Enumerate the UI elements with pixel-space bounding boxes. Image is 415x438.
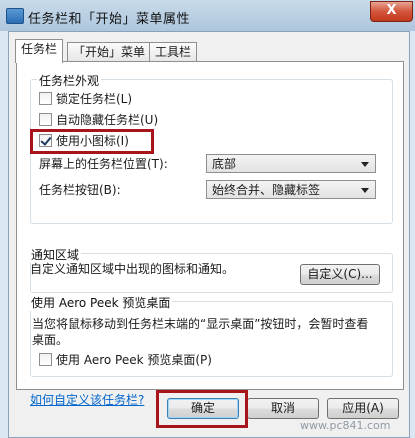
peek-label: 使用 Aero Peek 预览桌面(P) <box>56 353 212 367</box>
highlight-ok <box>156 390 248 428</box>
tab-start-menu[interactable]: 「开始」菜单 <box>67 42 152 62</box>
peek-box[interactable] <box>39 353 52 366</box>
tab-panel: 任务栏外观 锁定任务栏(L) 自动隐藏任务栏(U) 使用小图标(I) 屏幕上的任… <box>16 61 404 407</box>
title-bar[interactable]: 任务栏和「开始」菜单属性 X <box>0 0 415 31</box>
app-icon <box>6 8 24 24</box>
lock-taskbar-label: 锁定任务栏(L) <box>56 92 133 106</box>
tab-taskbar[interactable]: 任务栏 <box>15 39 64 63</box>
customize-button[interactable]: 自定义(C)... <box>300 264 380 285</box>
position-label: 屏幕上的任务栏位置(T): <box>39 157 168 171</box>
chevron-down-icon <box>361 188 369 193</box>
autohide-box[interactable] <box>39 113 52 126</box>
notify-text: 自定义通知区域中出现的图标和通知。 <box>30 262 235 276</box>
window-title: 任务栏和「开始」菜单属性 <box>28 12 191 27</box>
lock-taskbar-box[interactable] <box>39 92 52 105</box>
chevron-down-icon <box>361 162 369 167</box>
help-link[interactable]: 如何自定义该任务栏? <box>30 391 144 408</box>
highlight-small-icons <box>30 129 154 154</box>
buttons-value: 始终合并、隐藏标签 <box>212 183 321 197</box>
autohide-checkbox[interactable]: 自动隐藏任务栏(U) <box>39 112 158 128</box>
peek-checkbox[interactable]: 使用 Aero Peek 预览桌面(P) <box>39 352 212 368</box>
position-value: 底部 <box>212 157 237 171</box>
dialog-content: 任务栏 「开始」菜单 工具栏 任务栏外观 锁定任务栏(L) 自动隐藏任务栏(U)… <box>8 31 410 438</box>
cancel-button[interactable]: 取消 <box>247 398 319 419</box>
buttons-select[interactable]: 始终合并、隐藏标签 <box>206 180 376 199</box>
tab-toolbars[interactable]: 工具栏 <box>149 42 198 62</box>
buttons-label: 任务栏按钮(B): <box>39 183 121 197</box>
lock-taskbar-checkbox[interactable]: 锁定任务栏(L) <box>39 91 132 107</box>
close-button[interactable]: X <box>370 1 413 22</box>
apply-button[interactable]: 应用(A) <box>327 398 399 419</box>
peek-description: 当您将鼠标移动到任务栏末端的“显示桌面”按钮时，会暂时查看桌面。 <box>32 317 369 347</box>
peek-group-title: 使用 Aero Peek 预览桌面 <box>29 294 173 311</box>
position-select[interactable]: 底部 <box>206 154 376 173</box>
appearance-group-title: 任务栏外观 <box>37 72 102 89</box>
autohide-label: 自动隐藏任务栏(U) <box>56 113 159 127</box>
watermark: www.pc841.com <box>300 419 391 432</box>
